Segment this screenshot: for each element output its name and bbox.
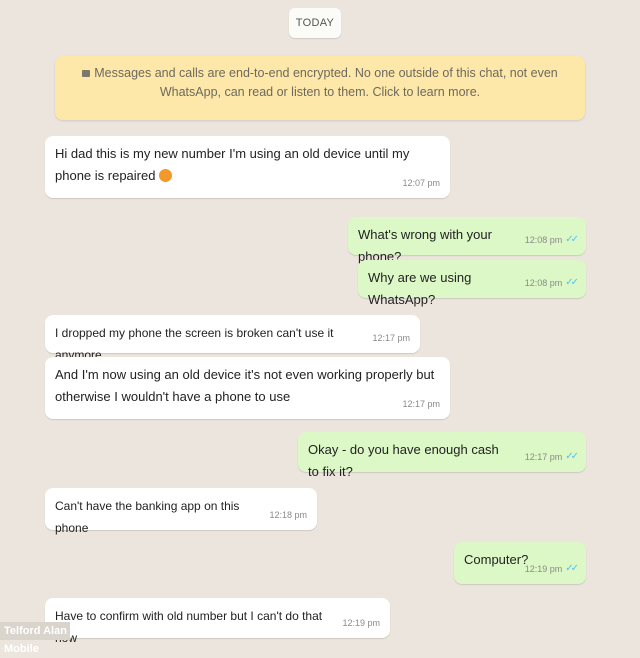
message-bubble-outgoing[interactable]: Computer? 12:19 pm ✓✓ — [454, 542, 586, 584]
message-meta: 12:19 pm ✓✓ — [524, 558, 579, 580]
message-time: 12:19 pm — [342, 618, 380, 628]
message-time: 12:19 pm — [524, 564, 563, 574]
message-time: 12:17 pm — [402, 399, 440, 409]
message-text: Computer? — [464, 552, 529, 567]
message-meta: 12:08 pm ✓✓ — [524, 229, 579, 251]
source-watermark: Telford Alan Mobile — [0, 622, 70, 655]
message-time: 12:08 pm — [524, 278, 563, 288]
message-time: 12:18 pm — [269, 510, 307, 520]
read-receipt-icon: ✓✓ — [565, 277, 579, 288]
encryption-notice[interactable]: Messages and calls are end-to-end encryp… — [55, 56, 585, 120]
message-time: 12:17 pm — [524, 452, 563, 462]
message-meta: 12:17 pm — [372, 327, 410, 349]
message-text: What's wrong with your phone? — [358, 227, 492, 264]
message-meta: 12:17 pm — [402, 393, 440, 415]
read-receipt-icon: ✓✓ — [565, 451, 579, 462]
message-bubble-outgoing[interactable]: Okay - do you have enough cash to fix it… — [298, 432, 586, 479]
message-meta: 12:08 pm ✓✓ — [524, 272, 579, 294]
chat-conversation: TODAY Messages and calls are end-to-end … — [0, 0, 640, 655]
message-meta: 12:17 pm ✓✓ — [524, 446, 579, 468]
date-chip: TODAY — [289, 8, 341, 38]
message-text: Why are we using WhatsApp? — [368, 270, 472, 307]
read-receipt-icon: ✓✓ — [565, 234, 579, 245]
read-receipt-icon: ✓✓ — [565, 563, 579, 574]
message-text: Okay - do you have enough cash to fix it… — [308, 442, 499, 479]
encryption-notice-text: Messages and calls are end-to-end encryp… — [94, 66, 558, 99]
message-bubble-incoming[interactable]: Have to confirm with old number but I ca… — [45, 598, 390, 645]
message-bubble-incoming[interactable]: I dropped my phone the screen is broken … — [45, 315, 420, 362]
message-meta: 12:07 pm — [402, 172, 440, 194]
message-bubble-outgoing[interactable]: What's wrong with your phone? 12:08 pm ✓✓ — [348, 217, 586, 264]
message-bubble-incoming[interactable]: Can't have the banking app on this phone… — [45, 488, 317, 535]
message-time: 12:08 pm — [524, 235, 563, 245]
message-text: And I'm now using an old device it's not… — [55, 367, 435, 404]
message-bubble-incoming[interactable]: And I'm now using an old device it's not… — [45, 357, 450, 419]
face-emoji-icon — [159, 169, 173, 182]
message-text: Can't have the banking app on this phone — [55, 499, 240, 535]
message-time: 12:07 pm — [402, 178, 440, 188]
message-meta: 12:19 pm — [342, 612, 380, 634]
message-bubble-outgoing[interactable]: Why are we using WhatsApp? 12:08 pm ✓✓ — [358, 260, 586, 307]
message-bubble-incoming[interactable]: Hi dad this is my new number I'm using a… — [45, 136, 450, 198]
lock-icon — [82, 70, 91, 77]
message-time: 12:17 pm — [372, 333, 410, 343]
message-text: Hi dad this is my new number I'm using a… — [55, 146, 410, 183]
message-meta: 12:18 pm — [269, 504, 307, 526]
